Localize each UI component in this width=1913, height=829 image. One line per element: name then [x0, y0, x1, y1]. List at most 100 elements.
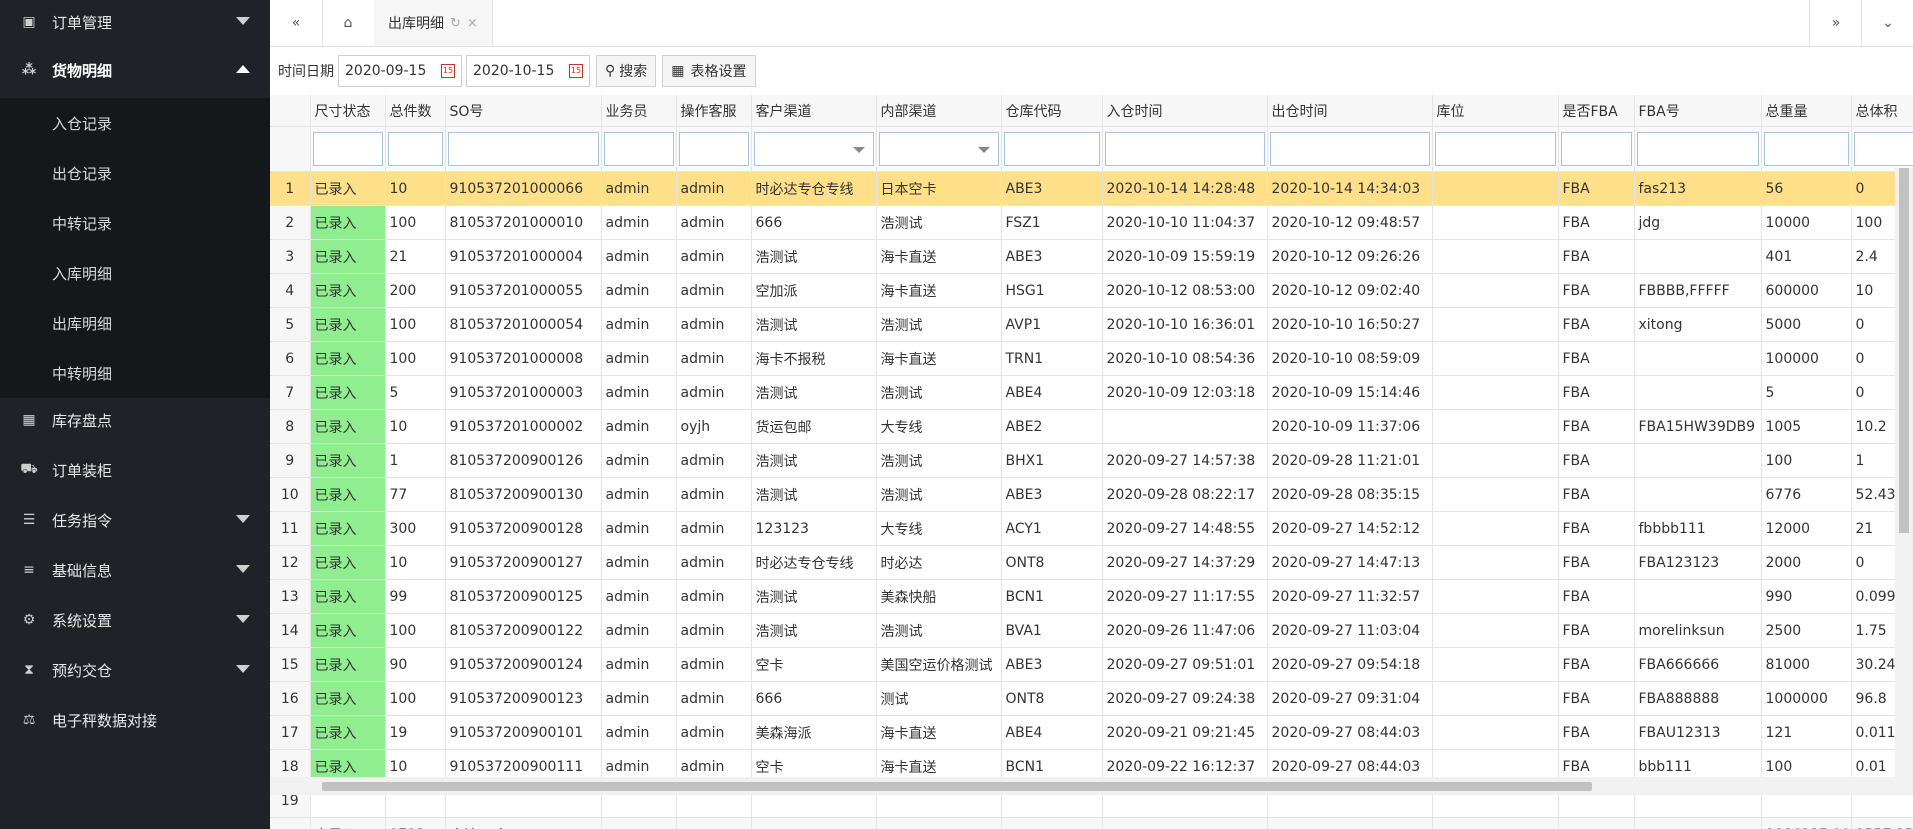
table-cell[interactable]: 浩测试	[751, 375, 877, 410]
scroll-thumb[interactable]	[1899, 168, 1909, 533]
refresh-icon[interactable]: ↻	[450, 16, 461, 31]
table-cell[interactable]: 2020-09-27 09:24:38	[1102, 681, 1268, 716]
table-cell[interactable]	[1432, 545, 1559, 580]
table-cell[interactable]: 已录入	[310, 681, 386, 716]
back-icon[interactable]: «	[270, 0, 323, 46]
horizontal-scrollbar[interactable]	[270, 777, 1913, 795]
table-cell[interactable]: 浩测试	[876, 613, 1002, 648]
table-cell[interactable]: 10	[385, 409, 446, 444]
table-cell[interactable]: FBA123123	[1634, 545, 1762, 580]
table-cell[interactable]: 海卡直送	[876, 239, 1002, 274]
table-cell[interactable]	[1432, 715, 1559, 750]
table-row[interactable]: 17 已录入 19 910537200900101 admin admin 美森海派 海卡直送…	[270, 715, 1913, 750]
table-cell[interactable]: 2020-09-27 11:32:57	[1267, 579, 1433, 614]
table-cell[interactable]: 已录入	[310, 715, 386, 750]
column-header[interactable]: 尺寸状态	[310, 95, 386, 127]
table-cell[interactable]: 已录入	[310, 647, 386, 682]
table-cell[interactable]: 已录入	[310, 239, 386, 274]
table-cell[interactable]: admin	[676, 715, 752, 750]
table-cell[interactable]: 100	[385, 341, 446, 376]
table-cell[interactable]: 2020-09-27 09:31:04	[1267, 681, 1433, 716]
filter-input[interactable]	[1636, 132, 1759, 166]
table-cell[interactable]: 910537201000008	[445, 341, 602, 376]
column-header[interactable]: 总重量	[1761, 95, 1852, 127]
table-cell[interactable]: 401	[1761, 239, 1852, 274]
table-cell[interactable]: 2020-09-28 08:35:15	[1267, 477, 1433, 512]
table-cell[interactable]: admin	[676, 681, 752, 716]
table-cell[interactable]: 浩测试	[751, 443, 877, 478]
sidebar-item-3[interactable]: ▦ 库存盘点	[0, 395, 270, 445]
table-cell[interactable]: 10000	[1761, 205, 1852, 240]
table-cell[interactable]: 77	[385, 477, 446, 512]
table-cell[interactable]: 2020-09-27 08:44:03	[1267, 715, 1433, 750]
table-cell[interactable]: 2000	[1761, 545, 1852, 580]
table-cell[interactable]: 990	[1761, 579, 1852, 614]
table-cell[interactable]: 100	[385, 307, 446, 342]
table-settings-button[interactable]: ▦ 表格设置	[662, 55, 756, 87]
table-cell[interactable]: 810537200900126	[445, 443, 602, 478]
table-cell[interactable]: admin	[601, 341, 677, 376]
filter-input[interactable]	[447, 132, 599, 166]
table-cell[interactable]	[1432, 307, 1559, 342]
table-cell[interactable]: 90	[385, 647, 446, 682]
table-cell[interactable]: 100	[385, 205, 446, 240]
table-cell[interactable]: FBA	[1558, 511, 1635, 546]
table-cell[interactable]: 600000	[1761, 273, 1852, 308]
filter-input[interactable]	[878, 132, 999, 166]
column-header[interactable]: FBA号	[1634, 95, 1762, 127]
table-cell[interactable]: 2020-09-27 14:52:12	[1267, 511, 1433, 546]
table-cell[interactable]: ONT8	[1001, 545, 1103, 580]
table-cell[interactable]: 已录入	[310, 443, 386, 478]
table-row[interactable]: 5 已录入 100 810537201000054 admin admin 浩测试 浩测试 AV…	[270, 307, 1913, 342]
sidebar-item-2[interactable]: ⁂ 货物明细	[0, 45, 270, 95]
table-cell[interactable]: 300	[385, 511, 446, 546]
table-cell[interactable]: admin	[601, 375, 677, 410]
table-cell[interactable]: 810537201000054	[445, 307, 602, 342]
table-cell[interactable]: 2020-09-27 11:17:55	[1102, 579, 1268, 614]
table-cell[interactable]: 910537201000002	[445, 409, 602, 444]
table-cell[interactable]	[1432, 613, 1559, 648]
table-row[interactable]: 11 已录入 300 910537200900128 admin admin 123123 大…	[270, 511, 1913, 546]
table-cell[interactable]: admin	[601, 443, 677, 478]
sidebar-item-7[interactable]: ⚙ 系统设置	[0, 595, 270, 645]
table-cell[interactable]: 910537200900128	[445, 511, 602, 546]
table-cell[interactable]: FBA888888	[1634, 681, 1762, 716]
table-cell[interactable]: BCN1	[1001, 579, 1103, 614]
table-cell[interactable]: 已录入	[310, 613, 386, 648]
table-cell[interactable]: 时必达专仓专线	[751, 545, 877, 580]
submenu-item[interactable]: 出仓记录	[0, 148, 270, 198]
table-cell[interactable]: admin	[676, 307, 752, 342]
submenu-item[interactable]: 出库明细	[0, 298, 270, 348]
table-cell[interactable]: 19	[385, 715, 446, 750]
table-row[interactable]: 14 已录入 100 810537200900122 admin admin 浩测试 浩测试 B…	[270, 613, 1913, 648]
table-cell[interactable]: 浩测试	[751, 579, 877, 614]
table-cell[interactable]: admin	[601, 477, 677, 512]
table-cell[interactable]: 200	[385, 273, 446, 308]
table-cell[interactable]: FBA	[1558, 477, 1635, 512]
table-cell[interactable]: 大专线	[876, 511, 1002, 546]
table-cell[interactable]	[1432, 239, 1559, 274]
submenu-item[interactable]: 入库明细	[0, 248, 270, 298]
table-cell[interactable]: 已录入	[310, 579, 386, 614]
column-header[interactable]: 库位	[1432, 95, 1559, 127]
submenu-item[interactable]: 入仓记录	[0, 98, 270, 148]
table-cell[interactable]: FSZ1	[1001, 205, 1103, 240]
filter-input[interactable]	[1104, 132, 1265, 166]
table-cell[interactable]: 测试	[876, 681, 1002, 716]
table-cell[interactable]: 666	[751, 205, 877, 240]
table-cell[interactable]: 810537200900125	[445, 579, 602, 614]
table-cell[interactable]: 2020-09-27 11:03:04	[1267, 613, 1433, 648]
table-cell[interactable]	[1432, 409, 1559, 444]
table-cell[interactable]: admin	[676, 205, 752, 240]
table-cell[interactable]: admin	[601, 511, 677, 546]
table-cell[interactable]	[1432, 375, 1559, 410]
table-cell[interactable]	[1634, 375, 1762, 410]
table-cell[interactable]: 浩测试	[876, 307, 1002, 342]
table-row[interactable]: 1 已录入 10 910537201000066 admin admin 时必达专仓专线 日本…	[270, 171, 1913, 206]
table-row[interactable]: 3 已录入 21 910537201000004 admin admin 浩测试 海卡直送 AB…	[270, 239, 1913, 274]
table-cell[interactable]	[1432, 477, 1559, 512]
filter-input[interactable]	[678, 132, 749, 166]
table-cell[interactable]: 910537200900123	[445, 681, 602, 716]
table-cell[interactable]: 10	[385, 545, 446, 580]
table-cell[interactable]: 已录入	[310, 545, 386, 580]
